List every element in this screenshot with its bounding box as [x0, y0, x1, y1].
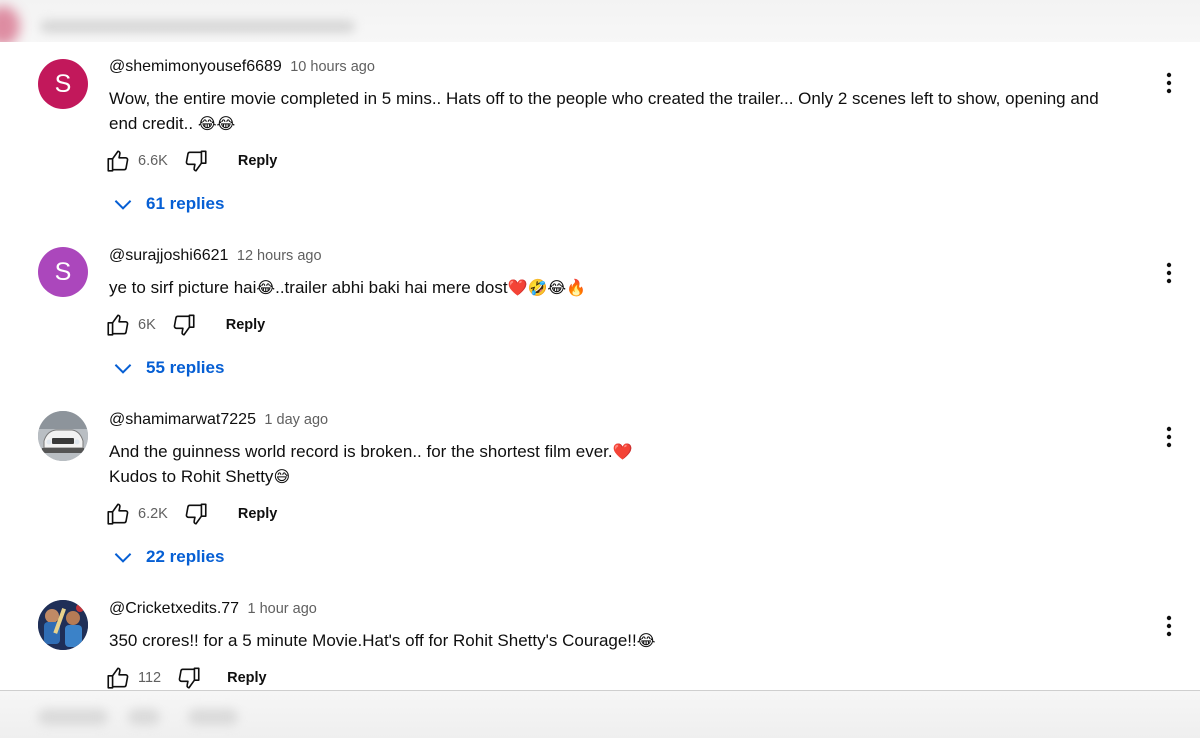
comment-text: ye to sirf picture hai😂..trailer abhi ba… — [109, 275, 1149, 300]
comment-line: And the guinness world record is broken.… — [109, 442, 613, 461]
thumb-down-icon[interactable] — [170, 311, 198, 339]
more-vert-icon[interactable] — [1157, 614, 1181, 638]
comment-text: 350 crores!! for a 5 minute Movie.Hat's … — [109, 628, 1149, 653]
comments-page: S @shemimonyousef6689 10 hours ago Wow, … — [0, 0, 1200, 738]
comment-thread: S @shemimonyousef6689 10 hours ago Wow, … — [0, 58, 1200, 228]
comment-header: @Cricketxedits.77 1 hour ago — [109, 600, 317, 618]
view-replies-button[interactable]: 61 replies — [110, 189, 224, 219]
more-vert-icon[interactable] — [1157, 71, 1181, 95]
reply-button[interactable]: Reply — [238, 153, 278, 169]
comment-line: Wow, the entire movie completed in 5 min… — [109, 89, 1099, 108]
avatar[interactable]: S — [38, 59, 88, 109]
author-handle[interactable]: @shamimarwat7225 — [109, 411, 256, 428]
comment-line: 350 crores!! for a 5 minute Movie.Hat's … — [109, 631, 637, 650]
blurred-header — [0, 0, 1200, 42]
thumb-up-icon[interactable] — [104, 311, 132, 339]
thumb-down-icon[interactable] — [182, 147, 210, 175]
comment-actions: 6.6K Reply — [104, 146, 277, 176]
replies-count: 55 replies — [146, 358, 225, 377]
comment-thread: @shamimarwat7225 1 day ago And the guinn… — [0, 411, 1200, 581]
comment-thread: @Cricketxedits.77 1 hour ago 350 crores!… — [0, 600, 1200, 690]
chevron-down-icon — [114, 200, 132, 210]
comment-line: ye to sirf picture hai — [109, 278, 257, 297]
comment-actions: 6.2K Reply — [104, 499, 277, 529]
comment-header: @surajjoshi6621 12 hours ago — [109, 247, 322, 265]
view-replies-button[interactable]: 55 replies — [110, 353, 224, 383]
comment-line: end credit.. — [109, 114, 198, 133]
thumb-up-icon[interactable] — [104, 500, 132, 528]
avatar[interactable]: S — [38, 247, 88, 297]
comment-actions: 112 Reply — [104, 663, 267, 693]
emoji: ❤️ — [612, 442, 633, 461]
author-handle[interactable]: @surajjoshi6621 — [109, 247, 228, 264]
replies-count: 61 replies — [146, 194, 225, 213]
more-vert-icon[interactable] — [1157, 425, 1181, 449]
reply-button[interactable]: Reply — [238, 506, 278, 522]
thumb-up-icon[interactable] — [104, 664, 132, 692]
comment-time[interactable]: 1 hour ago — [248, 601, 317, 617]
blurred-avatar — [0, 6, 20, 42]
blurred-text — [40, 20, 355, 33]
comment-time[interactable]: 10 hours ago — [290, 59, 375, 75]
car-avatar-icon[interactable] — [38, 411, 88, 461]
view-replies-button[interactable]: 22 replies — [110, 542, 224, 572]
emoji: 😅 — [273, 467, 291, 486]
comment-time[interactable]: 12 hours ago — [237, 248, 322, 264]
thumb-down-icon[interactable] — [182, 500, 210, 528]
replies-count: 22 replies — [146, 547, 225, 566]
avatar-letter: S — [54, 69, 72, 98]
comment-text: Wow, the entire movie completed in 5 min… — [109, 86, 1149, 136]
comment-text: And the guinness world record is broken.… — [109, 439, 1149, 489]
comment-header: @shamimarwat7225 1 day ago — [109, 411, 328, 429]
reply-button[interactable]: Reply — [226, 317, 266, 333]
blurred-icons — [128, 709, 160, 725]
more-vert-icon[interactable] — [1157, 261, 1181, 285]
comment-line: ..trailer abhi baki hai mere dost — [275, 278, 508, 297]
blurred-icons — [38, 709, 108, 725]
emoji: 😂 — [636, 631, 656, 650]
author-handle[interactable]: @Cricketxedits.77 — [109, 600, 239, 617]
reply-button[interactable]: Reply — [227, 670, 267, 686]
blurred-text — [188, 709, 238, 725]
blurred-footer — [0, 691, 1200, 738]
comment-time[interactable]: 1 day ago — [264, 412, 328, 428]
like-count: 6.6K — [138, 153, 168, 169]
like-count: 112 — [138, 670, 162, 686]
thumb-down-icon[interactable] — [175, 664, 203, 692]
comment-actions: 6K Reply — [104, 310, 265, 340]
like-count: 6K — [138, 317, 156, 333]
author-handle[interactable]: @shemimonyousef6689 — [109, 58, 282, 75]
thumb-up-icon[interactable] — [104, 147, 132, 175]
comment-header: @shemimonyousef6689 10 hours ago — [109, 58, 375, 76]
emoji: 😂😂 — [197, 114, 236, 133]
emoji: 😂 — [256, 278, 276, 297]
comment-thread: S @surajjoshi6621 12 hours ago ye to sir… — [0, 247, 1200, 397]
like-count: 6.2K — [138, 506, 168, 522]
comment-line: Kudos to Rohit Shetty — [109, 467, 274, 486]
emoji: ❤️🤣😂🔥 — [507, 278, 587, 297]
chevron-down-icon — [114, 553, 132, 563]
cricketer-avatar-icon[interactable] — [38, 600, 88, 650]
chevron-down-icon — [114, 364, 132, 374]
avatar-letter: S — [54, 257, 72, 286]
